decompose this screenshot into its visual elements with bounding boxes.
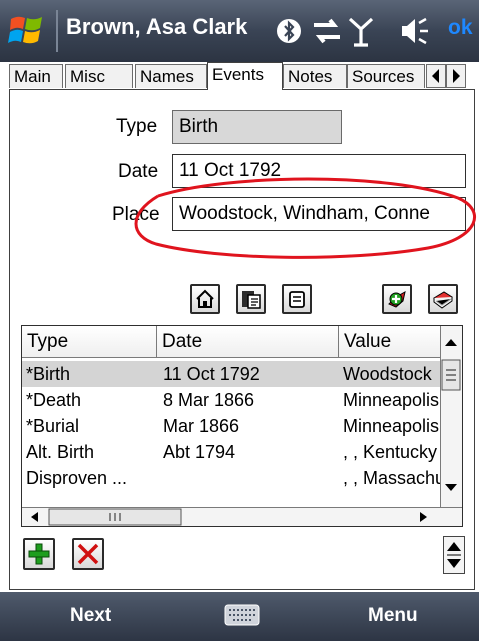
home-button[interactable] [190,284,220,314]
book-button[interactable] [428,284,458,314]
row-value: Minneapolis [343,416,440,436]
table-row[interactable]: *Burial Mar 1866 Minneapolis [22,413,440,439]
keyboard-icon[interactable] [224,604,260,632]
row-type: Disproven ... [26,468,128,488]
row-date: Mar 1866 [163,416,240,436]
row-type: *Burial [26,416,80,436]
delete-event-button[interactable] [72,538,104,570]
tab-scroll-left[interactable] [426,64,446,88]
ok-button[interactable]: ok [448,16,473,40]
tab-misc[interactable]: Misc [65,64,133,88]
table-row[interactable]: Alt. Birth Abt 1794 , , Kentucky [22,439,440,465]
row-value: Minneapolis [343,390,440,410]
plus-icon [28,543,50,565]
signal-icon[interactable] [344,14,378,48]
add-source-button[interactable] [382,284,412,314]
tab-main[interactable]: Main [9,64,63,88]
bluetooth-icon[interactable] [272,14,306,48]
title-separator [56,10,58,52]
row-date: 8 Mar 1866 [163,390,255,410]
delete-icon [77,543,99,565]
title-bar: Brown, Asa Clark ok [0,0,479,62]
copy-button[interactable] [282,284,312,314]
tab-notes[interactable]: Notes [283,64,347,88]
scroll-up-down-control[interactable] [443,536,465,574]
home-icon [196,289,214,308]
row-type: Alt. Birth [26,442,95,462]
table-row[interactable]: *Birth 11 Oct 1792 Woodstock [22,361,440,387]
table-row[interactable]: *Death 8 Mar 1866 Minneapolis [22,387,440,413]
tab-events[interactable]: Events [207,62,283,90]
row-date: 11 Oct 1792 [163,364,260,384]
windows-start-icon[interactable] [8,12,46,50]
tab-names[interactable]: Names [135,64,207,88]
horizontal-scrollbar[interactable] [22,507,462,526]
tab-strip: Main Misc Names Events Notes Sources [9,62,479,90]
highlight-ellipse [134,177,476,259]
events-table: Type Date Value *Birth 11 Oct 1792 Woods… [21,325,463,527]
family-button[interactable] [236,284,266,314]
copy-icon [289,291,305,308]
menu-softkey[interactable]: Menu [368,605,418,627]
column-header-value[interactable]: Value [339,326,440,358]
row-value: , , Massachusetts [343,468,440,488]
row-date: Abt 1794 [163,442,236,462]
window-title: Brown, Asa Clark [66,14,248,39]
next-softkey[interactable]: Next [70,605,111,627]
row-type: *Death [26,390,82,410]
add-source-icon [388,291,406,308]
type-label: Type [116,116,158,137]
soft-key-bar: Next Menu [0,592,479,641]
connectivity-icon[interactable] [310,14,344,48]
book-icon [433,291,453,309]
tab-scroll-right[interactable] [446,64,466,88]
add-event-button[interactable] [23,538,55,570]
row-type: *Birth [26,364,71,384]
table-row[interactable]: Disproven ... , , Massachusetts [22,465,440,491]
vertical-scrollbar[interactable] [440,326,462,507]
column-header-date[interactable]: Date [157,326,339,358]
row-value: Woodstock [343,364,432,384]
family-icon [242,291,261,309]
speaker-icon[interactable] [398,14,432,48]
tab-sources[interactable]: Sources [347,64,425,88]
column-header-type[interactable]: Type [22,326,157,358]
type-field[interactable]: Birth [172,110,342,144]
row-value: , , Kentucky [343,442,438,462]
